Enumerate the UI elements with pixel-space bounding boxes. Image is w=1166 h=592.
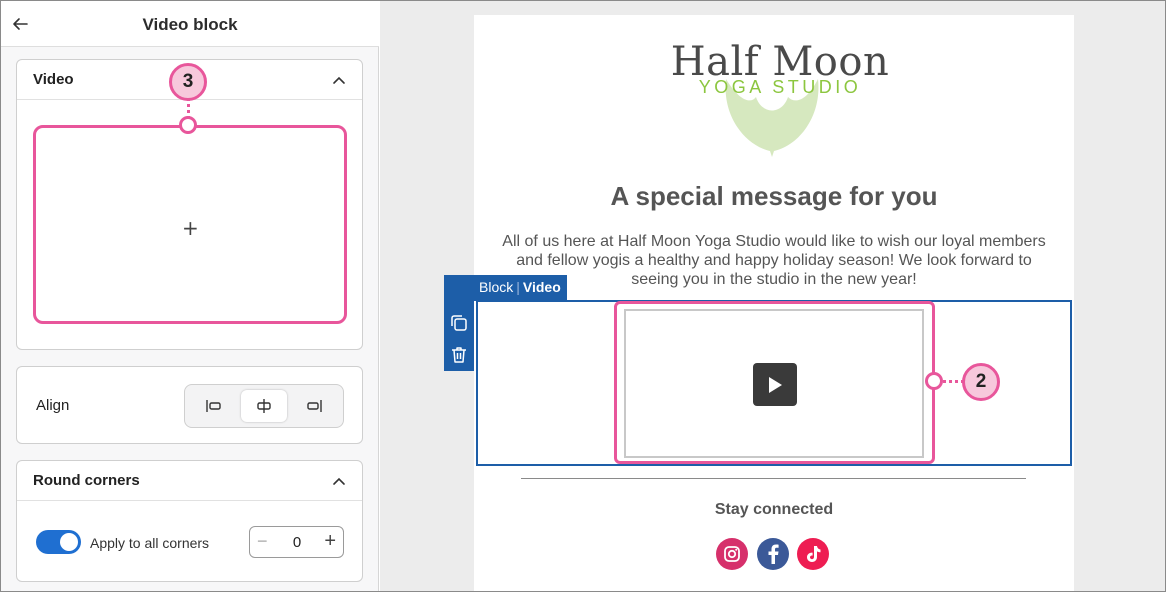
block-breadcrumb-separator: | xyxy=(516,279,520,295)
play-icon xyxy=(769,376,782,393)
callout-2-anchor xyxy=(925,372,943,390)
chevron-up-icon[interactable] xyxy=(332,474,346,488)
callout-2-badge: 2 xyxy=(962,363,1000,401)
divider-line xyxy=(521,478,1026,479)
round-corners-title: Round corners xyxy=(33,472,140,489)
block-breadcrumb-current: Video xyxy=(522,279,561,295)
increment-button[interactable]: + xyxy=(324,530,336,553)
plus-icon[interactable]: + xyxy=(182,216,199,240)
callout-3-badge: 3 xyxy=(169,63,207,101)
align-right-icon xyxy=(307,400,322,412)
apply-all-corners-toggle[interactable] xyxy=(36,530,81,554)
apply-all-corners-label: Apply to all corners xyxy=(90,535,210,551)
align-center-icon xyxy=(257,399,271,413)
align-left-button[interactable] xyxy=(191,390,237,422)
round-corners-section: Round corners Apply to all corners − 0 + xyxy=(16,460,363,582)
block-breadcrumb-parent[interactable]: Block xyxy=(479,279,513,295)
email-body-text[interactable]: All of us here at Half Moon Yoga Studio … xyxy=(494,232,1054,289)
video-upload-area[interactable]: + xyxy=(33,125,347,324)
video-section-title: Video xyxy=(33,71,74,88)
chevron-up-icon[interactable] xyxy=(332,73,346,87)
align-right-button[interactable] xyxy=(291,390,337,422)
facebook-glyph xyxy=(768,544,779,564)
callout-3-anchor xyxy=(179,116,197,134)
align-label: Align xyxy=(36,397,70,414)
align-left-icon xyxy=(206,400,221,412)
instagram-glyph xyxy=(724,546,740,562)
stay-connected-label: Stay connected xyxy=(714,501,834,518)
align-button-group xyxy=(184,384,344,428)
instagram-icon[interactable] xyxy=(716,538,748,570)
email-canvas: Half Moon YOGA STUDIO A special message … xyxy=(380,1,1165,591)
email-headline[interactable]: A special message for you xyxy=(474,181,1074,212)
play-button[interactable] xyxy=(753,363,797,406)
facebook-icon[interactable] xyxy=(757,538,789,570)
decrement-button[interactable]: − xyxy=(257,531,268,552)
duplicate-icon[interactable] xyxy=(449,313,469,333)
block-breadcrumb-tab: Block | Video xyxy=(444,275,567,301)
corner-radius-value[interactable]: 0 xyxy=(290,534,304,551)
align-center-button[interactable] xyxy=(241,390,287,422)
callout-2-connector xyxy=(943,380,964,383)
round-corners-header[interactable]: Round corners xyxy=(17,461,362,501)
panel-title: Video block xyxy=(142,15,238,34)
panel-header: Video block xyxy=(1,1,379,47)
logo-subtitle: YOGA STUDIO xyxy=(698,77,862,97)
corner-radius-stepper: − 0 + xyxy=(249,526,344,558)
video-thumbnail[interactable] xyxy=(624,309,924,458)
align-section: Align xyxy=(16,366,363,444)
delete-icon[interactable] xyxy=(449,345,469,365)
round-corners-body: Apply to all corners − 0 + xyxy=(17,502,362,582)
tiktok-icon[interactable] xyxy=(797,538,829,570)
tiktok-glyph xyxy=(807,546,821,562)
